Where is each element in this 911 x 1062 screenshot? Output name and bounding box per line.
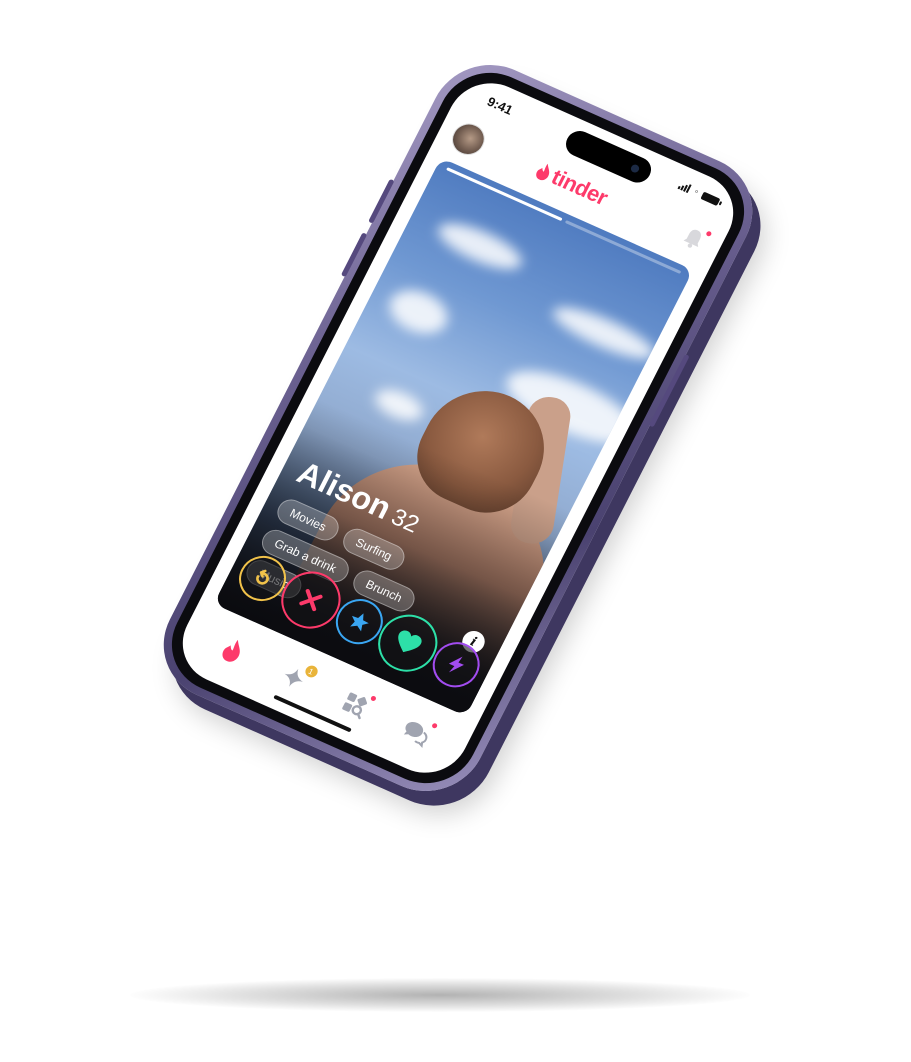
tab-explore[interactable] bbox=[337, 688, 377, 722]
profile-avatar[interactable] bbox=[446, 118, 491, 161]
bell-icon bbox=[683, 229, 701, 248]
sky-cloud bbox=[370, 383, 428, 427]
profile-card[interactable]: Alison32 Movies Surfing Grab a drink Bru… bbox=[213, 157, 694, 717]
signal-icon bbox=[677, 181, 693, 194]
sky-cloud bbox=[547, 298, 661, 368]
wifi-icon: ◦ bbox=[692, 186, 701, 198]
close-icon bbox=[299, 588, 323, 612]
explore-dot bbox=[369, 695, 377, 702]
notifications-button[interactable] bbox=[679, 225, 713, 253]
explore-icon bbox=[341, 692, 367, 719]
battery-icon bbox=[700, 191, 721, 206]
phone-screen: 9:41 ◦ tinder Alison32 Movies Surfing Gr… bbox=[168, 69, 748, 787]
status-time: 9:41 bbox=[484, 93, 516, 118]
phone-floor-shadow bbox=[130, 978, 750, 1012]
tab-likes[interactable]: 1 bbox=[275, 661, 320, 695]
sky-cloud bbox=[432, 214, 528, 278]
notification-dot bbox=[705, 230, 713, 237]
chat-icon bbox=[403, 721, 427, 748]
sky-cloud bbox=[382, 281, 456, 342]
sparkle-icon bbox=[284, 668, 303, 687]
rewind-icon bbox=[255, 569, 269, 585]
tab-messages[interactable] bbox=[398, 715, 438, 749]
star-icon bbox=[350, 613, 369, 632]
tab-home[interactable] bbox=[214, 633, 250, 667]
camera-icon bbox=[629, 163, 641, 174]
phone-mockup: 9:41 ◦ tinder Alison32 Movies Surfing Gr… bbox=[143, 46, 773, 810]
system-icons: ◦ bbox=[677, 181, 721, 206]
bolt-icon bbox=[449, 656, 465, 673]
flame-icon bbox=[222, 639, 240, 662]
phone-bezel: 9:41 ◦ tinder Alison32 Movies Surfing Gr… bbox=[154, 56, 762, 800]
heart-icon bbox=[398, 630, 422, 653]
